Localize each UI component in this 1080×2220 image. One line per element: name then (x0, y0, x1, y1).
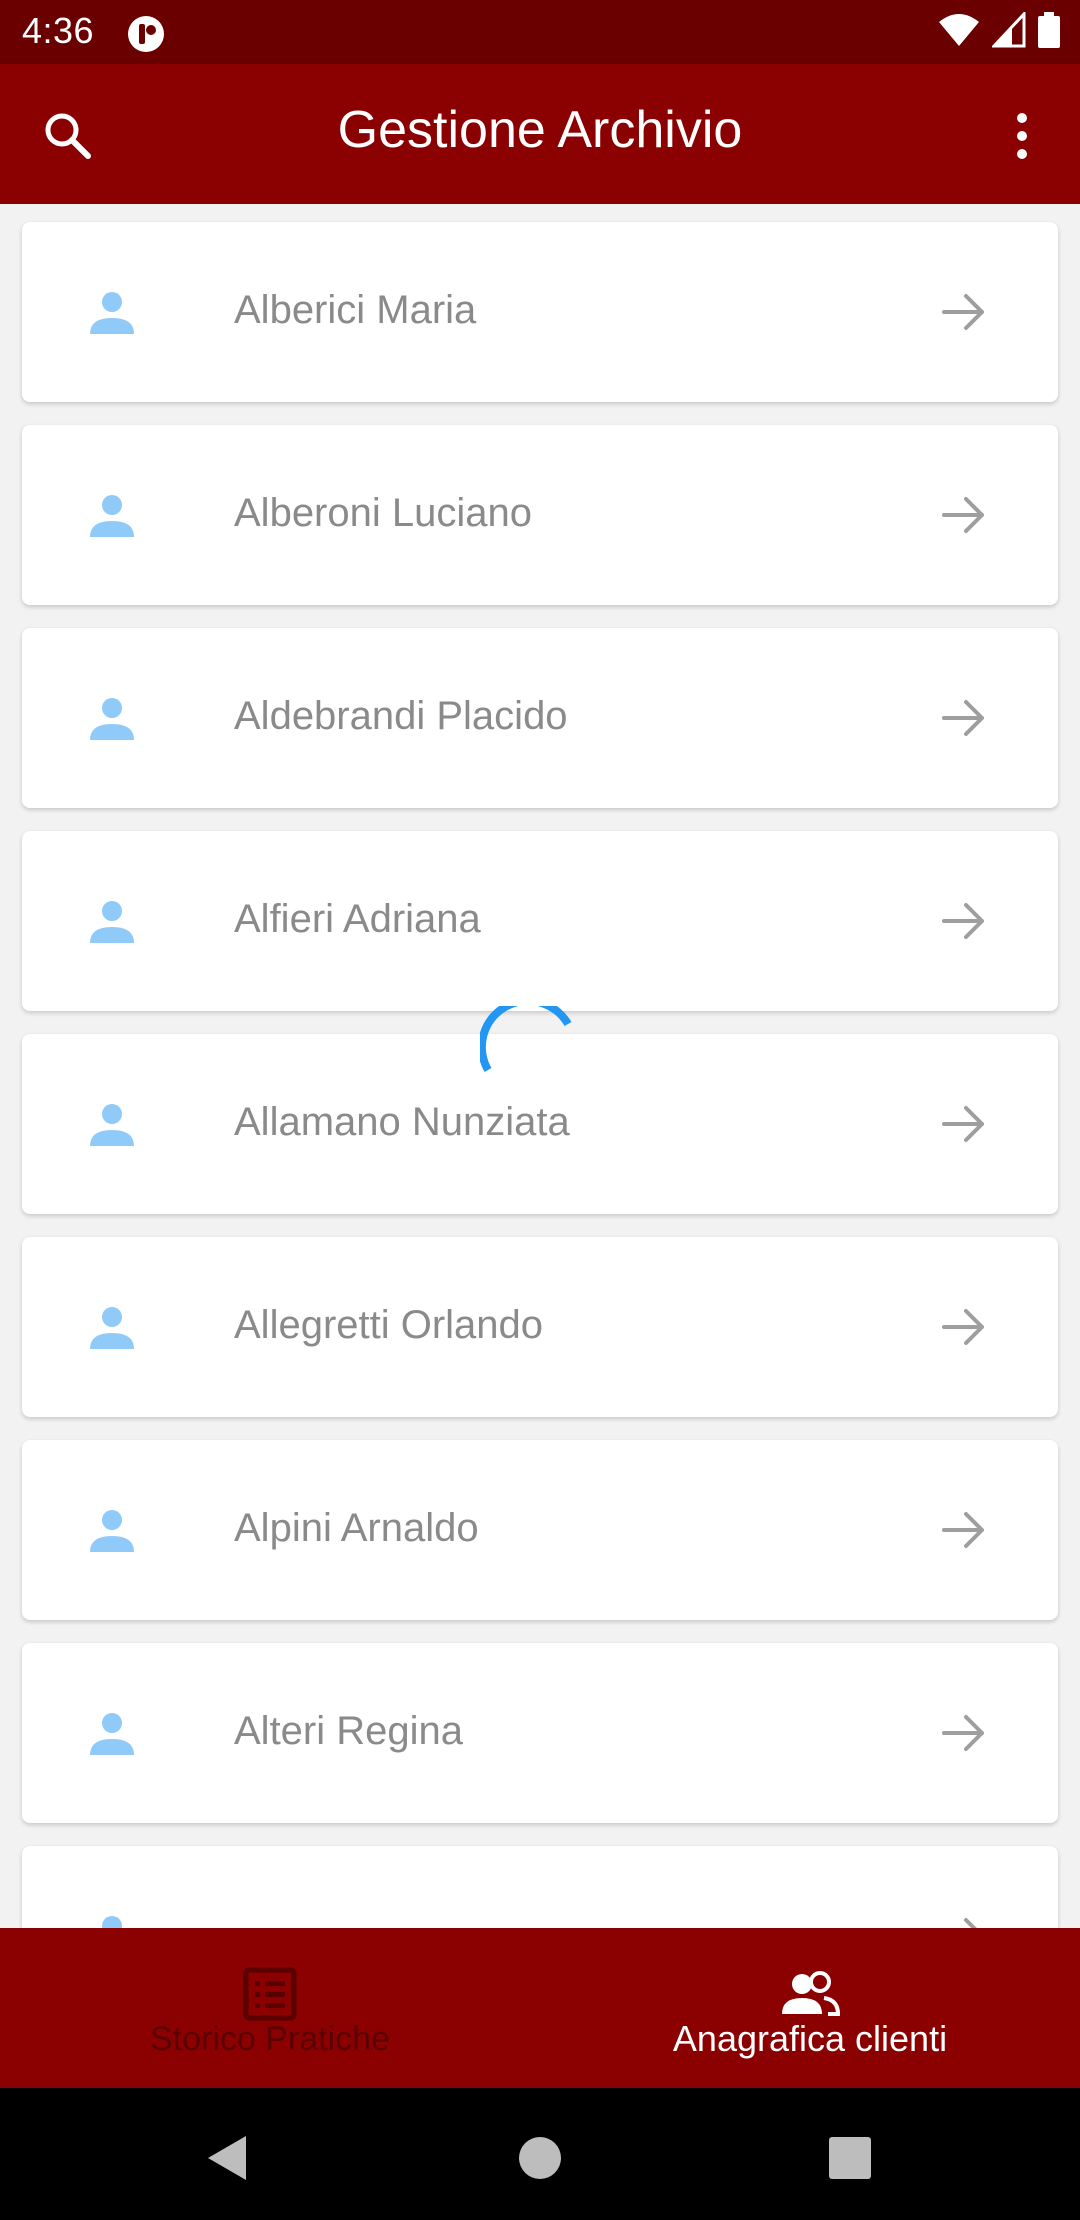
status-bar: 4:36 (0, 0, 1080, 64)
page-title: Gestione Archivio (337, 101, 743, 159)
loading-spinner (480, 1006, 572, 1072)
person-icon (90, 495, 134, 537)
list-icon (243, 1967, 297, 2021)
person-icon (90, 1104, 134, 1146)
client-card[interactable]: Alpini Arnaldo (22, 1440, 1058, 1620)
person-icon (90, 292, 134, 334)
app-bar: Gestione Archivio (0, 64, 1080, 204)
arrow-forward-icon (942, 1309, 984, 1345)
arrow-forward-icon (942, 700, 984, 736)
client-name: Aldebrandi Placido (234, 694, 568, 738)
person-icon (90, 1510, 134, 1552)
client-card[interactable]: Alfieri Adriana (22, 831, 1058, 1011)
back-icon[interactable] (196, 2128, 256, 2188)
client-name: Alteri Regina (234, 1709, 464, 1753)
app-notification-icon (128, 16, 164, 52)
nav-label: Storico Pratiche (150, 2020, 390, 2058)
client-card[interactable]: Aldebrandi Placido (22, 628, 1058, 808)
arrow-forward-icon (942, 1512, 984, 1548)
more-vert-icon[interactable] (994, 108, 1050, 164)
client-name: Allamano Nunziata (234, 1100, 570, 1144)
person-icon (90, 901, 134, 943)
person-icon (102, 1916, 122, 1928)
person-icon (90, 1307, 134, 1349)
bottom-navigation: Storico Pratiche Anagrafica clienti (0, 1928, 1080, 2088)
client-card-partial[interactable] (22, 1846, 1058, 1928)
arrow-forward-icon (964, 1918, 977, 1928)
arrow-forward-icon (942, 1715, 984, 1751)
client-card[interactable]: Alberici Maria (22, 222, 1058, 402)
arrow-forward-icon (942, 497, 984, 533)
system-navigation-bar (0, 2088, 1080, 2220)
client-name: Alberoni Luciano (234, 491, 532, 535)
status-time: 4:36 (22, 10, 95, 51)
battery-icon (1038, 12, 1060, 48)
arrow-forward-icon (942, 1106, 984, 1142)
client-card[interactable]: Alteri Regina (22, 1643, 1058, 1823)
wifi-icon (939, 14, 979, 46)
recents-icon[interactable] (820, 2128, 880, 2188)
nav-label: Anagrafica clienti (672, 2018, 948, 2059)
people-icon (782, 1971, 840, 2016)
home-icon[interactable] (510, 2128, 570, 2188)
person-icon (90, 1713, 134, 1755)
client-card[interactable]: Alberoni Luciano (22, 425, 1058, 605)
arrow-forward-icon (942, 294, 984, 330)
client-card[interactable]: Allegretti Orlando (22, 1237, 1058, 1417)
client-name: Alberici Maria (234, 288, 477, 332)
nav-item-storico-pratiche[interactable]: Storico Pratiche (0, 1928, 540, 2088)
nav-item-anagrafica-clienti[interactable]: Anagrafica clienti (540, 1928, 1080, 2088)
client-name: Alfieri Adriana (234, 897, 481, 941)
signal-icon (992, 12, 1026, 48)
client-name: Alpini Arnaldo (234, 1506, 479, 1550)
person-icon (90, 698, 134, 740)
client-name: Allegretti Orlando (234, 1303, 544, 1347)
arrow-forward-icon (942, 903, 984, 939)
